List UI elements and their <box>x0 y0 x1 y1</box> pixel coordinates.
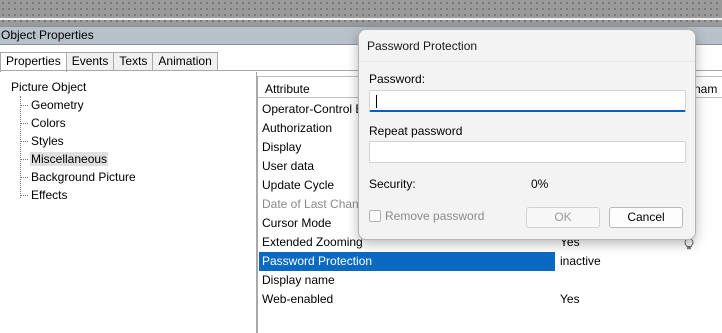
security-label: Security: <box>369 177 416 191</box>
tree-item-geometry[interactable]: Geometry <box>21 96 85 114</box>
window-title: Object Properties <box>1 28 94 42</box>
dialog-title: Password Protection <box>367 39 478 53</box>
grid-row-display-name[interactable]: Display name <box>258 271 722 290</box>
security-value: 0% <box>531 177 549 191</box>
repeat-password-label: Repeat password <box>369 124 463 138</box>
password-protection-dialog: Password Protection Password: Repeat pas… <box>358 29 696 240</box>
grid-row-web-enabled[interactable]: Web-enabled Yes <box>258 290 722 309</box>
tree-root-picture-object[interactable]: Picture Object <box>11 80 86 94</box>
remove-password-checkbox-row[interactable]: Remove password <box>369 209 484 223</box>
object-tree: Picture Object Geometry Colors Styles Mi… <box>0 72 257 333</box>
ok-button[interactable]: OK <box>526 207 600 228</box>
graphics-canvas-strip <box>0 0 722 26</box>
column-header-attribute[interactable]: Attribute <box>265 82 310 96</box>
grid-row-password-protection[interactable]: Password Protection inactive <box>258 252 722 271</box>
remove-password-label: Remove password <box>385 209 485 223</box>
password-input[interactable] <box>369 90 686 112</box>
tab-bar: Properties Events Texts Animation <box>0 52 218 72</box>
repeat-password-input[interactable] <box>369 141 686 163</box>
tab-events[interactable]: Events <box>65 52 115 71</box>
tree-item-colors[interactable]: Colors <box>21 114 67 132</box>
tree-item-styles[interactable]: Styles <box>21 132 65 150</box>
tab-texts[interactable]: Texts <box>113 52 154 71</box>
tab-properties[interactable]: Properties <box>0 52 67 72</box>
tree-item-miscellaneous[interactable]: Miscellaneous <box>21 150 109 168</box>
password-label: Password: <box>369 72 426 86</box>
remove-password-checkbox[interactable] <box>369 210 381 222</box>
tree-item-effects[interactable]: Effects <box>21 186 68 204</box>
tree-item-background-picture[interactable]: Background Picture <box>21 168 137 186</box>
tab-animation[interactable]: Animation <box>152 52 218 71</box>
cancel-button[interactable]: Cancel <box>609 207 683 228</box>
